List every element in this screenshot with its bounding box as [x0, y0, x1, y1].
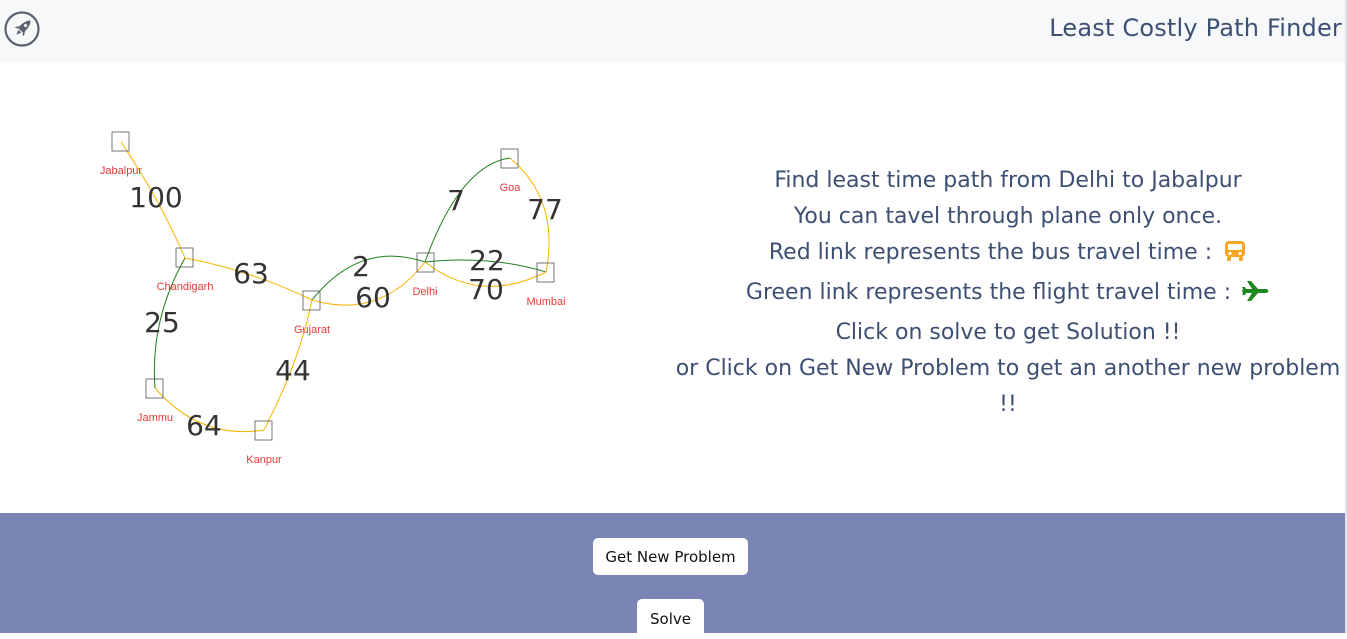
edge-cost-label: 44 — [275, 354, 311, 387]
header-bar: Least Costly Path Finder — [0, 0, 1345, 63]
node-label-mumbai: Mumbai — [526, 296, 565, 308]
instruction-text: Red link represents the bus travel time … — [768, 240, 1213, 265]
instructions-panel: Find least time path from Delhi to Jabal… — [672, 163, 1344, 423]
bus-icon — [1223, 239, 1247, 275]
edge-cost-label: 64 — [186, 409, 222, 442]
edge-cost-label: 60 — [355, 281, 391, 314]
node-jabalpur[interactable] — [111, 131, 130, 152]
instruction-line-flight: Green link represents the flight travel … — [672, 275, 1344, 315]
node-label-gujarat: Gujarat — [294, 324, 330, 336]
edge-cost-label: 100 — [129, 181, 182, 214]
app-title: Least Costly Path Finder — [1049, 14, 1342, 42]
instruction-line: You can tavel through plane only once. — [793, 204, 1223, 229]
instruction-line: or Click on Get New Problem to get an an… — [675, 356, 1341, 381]
instruction-line: Click on solve to get Solution !! — [835, 320, 1181, 345]
node-label-jammu: Jammu — [137, 412, 173, 424]
rocket-icon[interactable] — [4, 11, 40, 47]
node-label-delhi: Delhi — [412, 286, 437, 298]
edge-cost-label: 7 — [447, 184, 465, 217]
instruction-line: !! — [999, 392, 1017, 417]
node-label-jabalpur: Jabalpur — [100, 165, 143, 177]
edge-cost-label: 70 — [468, 273, 504, 306]
edge-cost-label: 2 — [352, 250, 370, 283]
edge-cost-label: 63 — [233, 257, 269, 290]
node-label-chandigarh: Chandigarh — [157, 281, 214, 293]
instruction-line-bus: Red link represents the bus travel time … — [672, 235, 1344, 275]
instruction-line: Find least time path from Delhi to Jabal… — [774, 168, 1242, 193]
node-label-goa: Goa — [500, 182, 522, 194]
route-graph: Jabalpur Chandigarh Gujarat Delhi Goa Mu… — [0, 63, 660, 513]
edge-cost-label: 25 — [144, 306, 180, 339]
get-new-problem-button[interactable]: Get New Problem — [593, 538, 748, 575]
graph-canvas: Jabalpur Chandigarh Gujarat Delhi Goa Mu… — [100, 131, 566, 466]
plane-icon — [1242, 279, 1270, 315]
solve-button[interactable]: Solve — [637, 599, 704, 639]
instruction-text: Green link represents the flight travel … — [745, 280, 1232, 305]
edge-cost-label: 77 — [527, 193, 563, 226]
node-label-kanpur: Kanpur — [246, 454, 282, 466]
footer-bar: Get New Problem Solve — [0, 513, 1345, 639]
